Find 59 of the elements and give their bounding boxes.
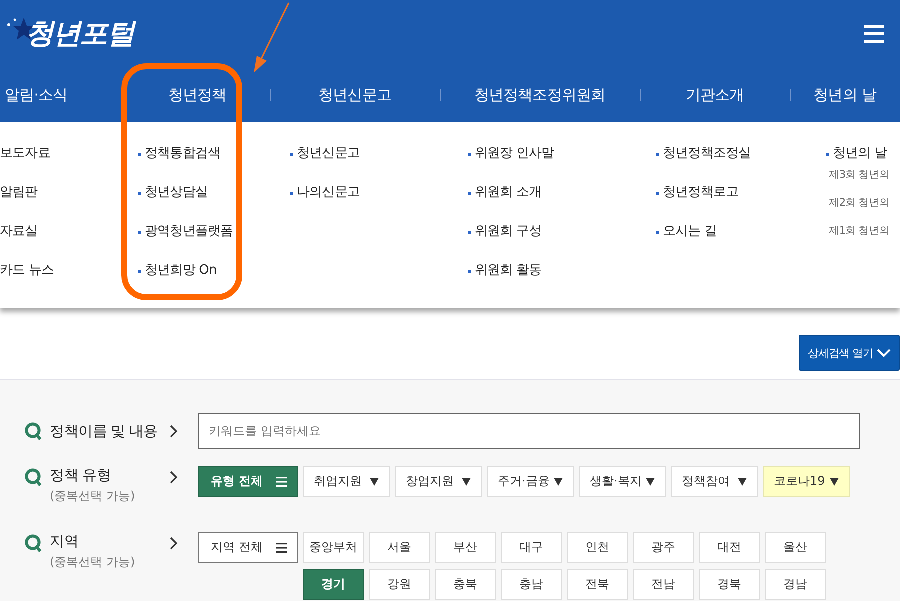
menu-item[interactable]: 오시는 길	[656, 224, 826, 263]
nav-item[interactable]: 청년정책	[168, 86, 227, 104]
region-button[interactable]: 경기	[303, 569, 364, 600]
menu-item[interactable]: 청년의 날	[826, 146, 900, 168]
submenu-item[interactable]: 제3회 청년의	[826, 168, 900, 196]
type-dropdown[interactable]: 취업지원	[303, 466, 390, 497]
site-logo[interactable]: 청년포털	[26, 15, 134, 53]
region-button[interactable]: 대전	[699, 532, 760, 563]
all-regions-button[interactable]: 지역 전체	[198, 532, 298, 563]
region-button[interactable]: 중앙부처	[303, 532, 364, 563]
menu-item[interactable]: 청년정책조정실	[656, 146, 826, 185]
menu-item[interactable]: 위원회 소개	[468, 185, 656, 224]
region-button[interactable]: 서울	[369, 532, 430, 563]
menu-item[interactable]: 위원회 활동	[468, 263, 656, 302]
region-button[interactable]: 울산	[765, 532, 826, 563]
filter-label: 지역	[50, 533, 79, 551]
menu-item[interactable]: 청년상담실	[138, 185, 290, 224]
filter-note: (중복선택 가능)	[50, 554, 136, 571]
type-dropdown[interactable]: 정책참여	[671, 466, 758, 497]
menu-item[interactable]: 카드 뉴스	[0, 263, 138, 302]
menu-item[interactable]: 자료실	[0, 224, 138, 263]
menu-item[interactable]: 위원장 인사말	[468, 146, 656, 185]
all-types-button[interactable]: 유형 전체	[198, 466, 298, 497]
menu-item[interactable]: 위원회 구성	[468, 224, 656, 263]
region-button[interactable]: 전남	[633, 569, 694, 600]
region-button[interactable]: 부산	[435, 532, 496, 563]
region-button[interactable]: 경북	[699, 569, 760, 600]
nav-item[interactable]: 기관소개	[686, 86, 744, 104]
menu-item[interactable]: 청년정책로고	[656, 185, 826, 224]
filter-note: (중복선택 가능)	[50, 488, 136, 505]
nav-item[interactable]: 청년정책조정위원회	[474, 86, 606, 104]
submenu-item[interactable]: 제1회 청년의	[826, 224, 900, 252]
type-dropdown[interactable]: 창업지원	[395, 466, 482, 497]
menu-item[interactable]: 청년신문고	[290, 146, 468, 185]
menu-item[interactable]: 알림판	[0, 185, 138, 224]
detail-search-button[interactable]: 상세검색 열기	[799, 335, 900, 371]
nav-item[interactable]: 알림·소식	[5, 86, 68, 104]
region-button[interactable]: 충남	[501, 569, 562, 600]
menu-item[interactable]: 나의신문고	[290, 185, 468, 224]
region-button[interactable]: 인천	[567, 532, 628, 563]
menu-item[interactable]: 보도자료	[0, 146, 138, 185]
nav-item[interactable]: 청년신문고	[318, 86, 392, 104]
menu-item[interactable]: 광역청년플랫폼	[138, 224, 290, 263]
filter-label: 정책 유형	[50, 467, 112, 485]
region-button[interactable]: 경남	[765, 569, 826, 600]
region-button[interactable]: 광주	[633, 532, 694, 563]
type-dropdown[interactable]: 코로나19	[763, 466, 850, 497]
nav-item[interactable]: 청년의 날	[814, 86, 876, 104]
keyword-input-field[interactable]: 키워드를 입력하세요	[198, 413, 860, 449]
menu-item[interactable]: 정책통합검색	[138, 146, 290, 185]
type-dropdown[interactable]: 생활·복지	[579, 466, 666, 497]
region-button[interactable]: 전북	[567, 569, 628, 600]
filter-label: 정책이름 및 내용	[50, 422, 158, 440]
region-button[interactable]: 강원	[369, 569, 430, 600]
submenu-item[interactable]: 제2회 청년의	[826, 196, 900, 224]
region-button[interactable]: 충북	[435, 569, 496, 600]
type-dropdown[interactable]: 주거·금융	[487, 466, 574, 497]
region-button[interactable]: 대구	[501, 532, 562, 563]
menu-item[interactable]: 청년희망 On	[138, 263, 290, 302]
